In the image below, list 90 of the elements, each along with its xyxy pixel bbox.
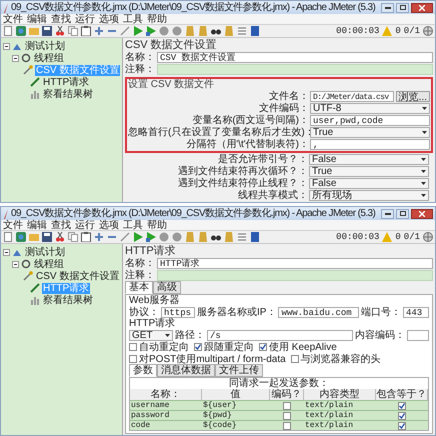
elapsed-time: 00:00:03 <box>336 232 380 242</box>
field-label: 遇到文件结束符再次循环？： <box>177 166 308 176</box>
tree-item[interactable]: 测试计划 <box>24 246 66 258</box>
field-label: 线程共享模式： <box>237 190 308 200</box>
menu-item[interactable]: 运行 <box>75 220 95 230</box>
menu-item[interactable]: 查找 <box>51 14 71 24</box>
table-cell-text: code <box>130 421 152 430</box>
text-field[interactable]: https <box>161 306 195 318</box>
field-label: 是否允许带引号？： <box>217 154 308 164</box>
dropdown[interactable]: GET <box>129 330 173 340</box>
dropdown[interactable]: True <box>310 126 430 138</box>
section-title: HTTP请求 <box>129 318 176 329</box>
table-cell-text: ${pwd} <box>202 411 233 420</box>
menu-item[interactable]: 工具 <box>123 220 143 230</box>
thread-count: 0/1 <box>404 232 420 242</box>
menu-item[interactable]: 工具 <box>123 14 143 24</box>
field-label: 内容编码： <box>355 330 405 340</box>
text-field[interactable]: /s <box>207 330 353 340</box>
table-cell-text: ${user} <box>202 401 238 410</box>
dropdown[interactable]: UTF-8 <box>310 102 430 114</box>
checkbox-label[interactable]: 与浏览器兼容的头 <box>300 354 381 364</box>
tree-item[interactable]: 察看结果树 <box>42 88 94 100</box>
dropdown[interactable]: 所有现场 <box>309 190 429 200</box>
checkbox-label[interactable]: 使用 KeepAlive <box>269 342 337 352</box>
tab[interactable]: 消息体数据 <box>157 364 215 377</box>
section-title: Web服务器 <box>129 295 180 306</box>
menu-item[interactable]: 帮助 <box>147 220 167 230</box>
field-label: 遇到文件结束符停止线程？： <box>177 178 308 188</box>
field-label: 名称： <box>125 52 155 62</box>
menu-item[interactable]: 文件 <box>3 14 23 24</box>
text-field[interactable]: user,pwd,code <box>310 114 430 126</box>
menu-item[interactable]: 帮助 <box>147 14 167 24</box>
menu-item[interactable]: 选项 <box>99 14 119 24</box>
field-label: 服务器名称或IP： <box>197 306 276 318</box>
table-title: 同请求一起发送参数： <box>228 378 329 389</box>
table-cell-text: text/plain <box>304 411 354 420</box>
table-cell-text: text/plain <box>304 401 354 410</box>
dropdown[interactable]: False <box>309 154 429 164</box>
elapsed-time: 00:00:03 <box>336 26 380 36</box>
tree-item[interactable]: 察看结果树 <box>42 294 94 306</box>
checkbox-label[interactable]: 对POST使用multipart / form-data <box>139 354 286 364</box>
text-field[interactable]: www.baidu.com <box>278 306 359 318</box>
text-field[interactable]: HTTP请求 <box>157 258 433 268</box>
checkbox-label[interactable]: 自动重定向 <box>139 342 189 352</box>
dropdown[interactable]: True <box>309 166 429 176</box>
text-field[interactable]: CSV 数据文件设置 <box>157 52 433 62</box>
warning-count: 0 <box>395 26 401 36</box>
panel-title: CSV 数据文件设置 <box>125 39 218 51</box>
field-label: 路径： <box>175 330 205 340</box>
thread-count: 0/1 <box>404 26 420 36</box>
field-label: 注释： <box>125 64 155 74</box>
menu-item[interactable]: 运行 <box>75 14 95 24</box>
field-label: 端口号： <box>361 306 401 318</box>
window-title: 09_CSV数据文件参数化.jmx (D:\JMeter\09_CSV数据文件参数化.jmx) - Apache JMeter (5.3) <box>11 208 376 219</box>
field-label: 文件编码： <box>258 102 309 114</box>
group-title: 设置 CSV 数据文件 <box>128 79 216 90</box>
window-title: 09_CSV数据文件参数化.jmx (D:\JMeter\09_CSV数据文件参数化.jmx) - Apache JMeter (5.3) <box>11 2 376 13</box>
table-cell-text: username <box>130 401 170 410</box>
text-field[interactable]: D:/JMeter/data.csv <box>310 90 394 102</box>
tree-item[interactable]: 线程组 <box>33 52 65 64</box>
menu-item[interactable]: 选项 <box>99 220 119 230</box>
tree-item[interactable]: 测试计划 <box>24 40 66 52</box>
field-label: 注释： <box>125 270 155 280</box>
tree-item[interactable]: HTTP请求 <box>42 76 90 88</box>
tree-item[interactable]: 线程组 <box>33 258 65 270</box>
field-label: 分隔符（用'\t'代替制表符)： <box>185 138 309 150</box>
warning-count: 0 <box>395 232 401 242</box>
table-cell-text: text/plain <box>304 421 354 430</box>
field-label: 文件名： <box>268 90 309 102</box>
tree-item[interactable]: CSV 数据文件设置 <box>35 270 120 282</box>
text-field[interactable]: , <box>310 138 430 150</box>
tab[interactable]: 参数 <box>129 364 157 377</box>
field-label: 协议： <box>129 306 159 318</box>
tab[interactable]: 基本 <box>125 281 153 294</box>
field-label: 忽略首行(只在设置了变量名称后才生效)： <box>128 126 309 138</box>
menu-item[interactable]: 编辑 <box>27 14 47 24</box>
text-field[interactable]: 443 <box>403 306 429 318</box>
menu-item[interactable]: 编辑 <box>27 220 47 230</box>
browse-button[interactable]: 浏览... <box>396 90 430 102</box>
field-label: 变量名称(西文逗号间隔)： <box>191 114 309 126</box>
tab[interactable]: 高级 <box>153 281 181 294</box>
dropdown[interactable]: False <box>309 178 429 188</box>
table-cell-text: ${code} <box>202 421 238 430</box>
tab[interactable]: 文件上传 <box>215 364 263 377</box>
checkbox-label[interactable]: 跟随重定向 <box>204 342 254 352</box>
menu-item[interactable]: 文件 <box>3 220 23 230</box>
table-cell-text: password <box>130 411 170 420</box>
field-label: 名称： <box>125 258 155 268</box>
menu-item[interactable]: 查找 <box>51 220 71 230</box>
panel-title: HTTP请求 <box>125 245 177 257</box>
